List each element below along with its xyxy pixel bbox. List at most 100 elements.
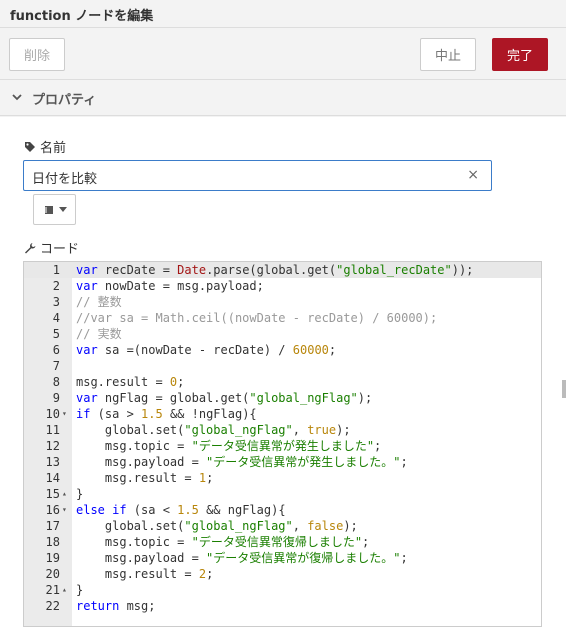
line-number: 7 — [52, 359, 60, 373]
code-token: global.set( — [76, 423, 185, 437]
done-button[interactable]: 完了 — [492, 38, 548, 71]
code-token: ; — [328, 343, 337, 357]
code-token: if — [76, 407, 91, 421]
code-token: "global_recDate" — [336, 263, 452, 277]
code-line[interactable]: 6 var sa =(nowDate - recDate) / 60000; — [24, 342, 541, 358]
line-number: 1 — [52, 263, 60, 277]
code-token: 1 — [198, 471, 207, 485]
line-number: 5 — [52, 327, 60, 341]
code-token: msg.result = — [76, 471, 199, 485]
panel-resize-handle[interactable] — [562, 380, 566, 398]
code-token: "データ受信異常復帰しました" — [191, 535, 363, 549]
code-token: "global_ngFlag" — [184, 423, 293, 437]
delete-button[interactable]: 削除 — [9, 38, 65, 71]
code-text: else if (sa < 1.5 && ngFlag){ — [76, 502, 286, 518]
fold-toggle-icon[interactable]: ▾ — [62, 406, 67, 422]
code-line[interactable]: 21 ▴} — [24, 582, 541, 598]
wrench-icon — [25, 242, 36, 253]
code-token: else if — [76, 503, 127, 517]
code-token: ; — [362, 535, 370, 549]
code-token: "global_ngFlag" — [249, 391, 358, 405]
code-line[interactable]: 7 — [24, 358, 541, 374]
code-token: (sa < — [126, 503, 178, 517]
name-input[interactable]: 日付を比較 × — [23, 160, 492, 191]
line-number: 15 — [45, 487, 60, 501]
code-line[interactable]: 3 // 整数 — [24, 294, 541, 310]
code-token: 60000 — [292, 343, 329, 357]
code-token: } — [76, 583, 84, 597]
line-number: 6 — [52, 343, 60, 357]
code-line[interactable]: 14 msg.result = 1; — [24, 470, 541, 486]
chevron-down-icon — [12, 94, 22, 101]
cancel-button[interactable]: 中止 — [420, 38, 476, 71]
line-number: 2 — [52, 279, 60, 293]
code-line[interactable]: 15 ▴} — [24, 486, 541, 502]
code-line[interactable]: 11 global.set("global_ngFlag", true); — [24, 422, 541, 438]
name-label-text: 名前 — [40, 141, 67, 156]
code-token: "データ受信異常が復帰しました。" — [206, 551, 401, 565]
book-icon — [44, 205, 53, 214]
code-line[interactable]: 13 msg.payload = "データ受信異常が発生しました。"; — [24, 454, 541, 470]
code-token: // 実数 — [76, 327, 122, 341]
line-number: 17 — [45, 519, 60, 533]
code-token: "global_ngFlag" — [184, 519, 293, 533]
line-number: 12 — [45, 439, 60, 453]
line-number: 10 — [45, 407, 60, 421]
code-token: //var sa = Math.ceil((nowDate - recDate)… — [76, 311, 438, 325]
code-line[interactable]: 17 global.set("global_ngFlag", false); — [24, 518, 541, 534]
code-line[interactable]: 2 var nowDate = msg.payload; — [24, 278, 541, 294]
code-line[interactable]: 22 return msg; — [24, 598, 541, 614]
code-text: //var sa = Math.ceil((nowDate - recDate)… — [76, 310, 437, 326]
fold-toggle-icon[interactable]: ▴ — [62, 486, 67, 502]
dialog-title-bar: function ノードを編集 — [0, 0, 566, 28]
code-token: sa =(nowDate - recDate) / — [97, 343, 293, 357]
code-token: msg.result = — [76, 567, 199, 581]
code-token: // 整数 — [76, 295, 122, 309]
code-line[interactable]: 19 msg.payload = "データ受信異常が復帰しました。"; — [24, 550, 541, 566]
fold-toggle-icon[interactable]: ▾ — [62, 502, 67, 518]
code-line[interactable]: 18 msg.topic = "データ受信異常復帰しました"; — [24, 534, 541, 550]
code-line[interactable]: 20 msg.result = 2; — [24, 566, 541, 582]
code-text: msg.topic = "データ受信異常が発生しました"; — [76, 438, 381, 454]
code-line[interactable]: 4 //var sa = Math.ceil((nowDate - recDate… — [24, 310, 541, 326]
code-token: ; — [206, 567, 214, 581]
line-number: 20 — [45, 567, 60, 581]
fold-toggle-icon[interactable]: ▴ — [62, 582, 67, 598]
code-token: , — [292, 519, 308, 533]
code-token: 1.5 — [141, 407, 163, 421]
code-line[interactable]: 16 ▾ else if (sa < 1.5 && ngFlag){ — [24, 502, 541, 518]
code-token: var — [76, 279, 98, 293]
clear-icon[interactable]: × — [467, 167, 479, 183]
code-token: msg.result = — [76, 375, 170, 389]
code-line[interactable]: 12 msg.topic = "データ受信異常が発生しました"; — [24, 438, 541, 454]
code-token: nowDate = msg.payload; — [97, 279, 264, 293]
properties-section-header[interactable]: プロパティ — [0, 80, 566, 116]
line-number: 18 — [45, 535, 60, 549]
dialog-title: function ノードを編集 — [10, 9, 154, 24]
code-line[interactable]: 5 // 実数 — [24, 326, 541, 342]
code-field-label: コード — [24, 238, 79, 257]
code-text: return msg; — [76, 598, 155, 614]
code-token: .parse(global.get( — [206, 263, 337, 277]
line-number: 8 — [52, 375, 60, 389]
name-field-label: 名前 — [24, 137, 66, 156]
code-line[interactable]: 1 var recDate = Date.parse(global.get("gl… — [24, 262, 541, 278]
code-editor[interactable]: 1 var recDate = Date.parse(global.get("gl… — [23, 261, 542, 627]
code-line[interactable]: 8 msg.result = 0; — [24, 374, 541, 390]
code-token: Date — [177, 263, 207, 277]
line-number: 11 — [45, 423, 60, 437]
code-text: global.set("global_ngFlag", true); — [76, 422, 351, 438]
code-line[interactable]: 10 ▾ if (sa > 1.5 && !ngFlag){ — [24, 406, 541, 422]
code-token: ; — [206, 471, 214, 485]
code-token: && ngFlag){ — [198, 503, 286, 517]
code-text: var ngFlag = global.get("global_ngFlag")… — [76, 390, 372, 406]
code-token: msg.payload = — [76, 551, 207, 565]
code-token: } — [76, 487, 84, 501]
library-menu-button[interactable] — [33, 194, 76, 225]
code-token: )); — [451, 263, 474, 277]
line-number: 9 — [52, 391, 60, 405]
code-token: msg.topic = — [76, 535, 192, 549]
line-number: 13 — [45, 455, 60, 469]
code-line[interactable]: 9 var ngFlag = global.get("global_ngFlag"… — [24, 390, 541, 406]
code-token: recDate = — [97, 263, 178, 277]
